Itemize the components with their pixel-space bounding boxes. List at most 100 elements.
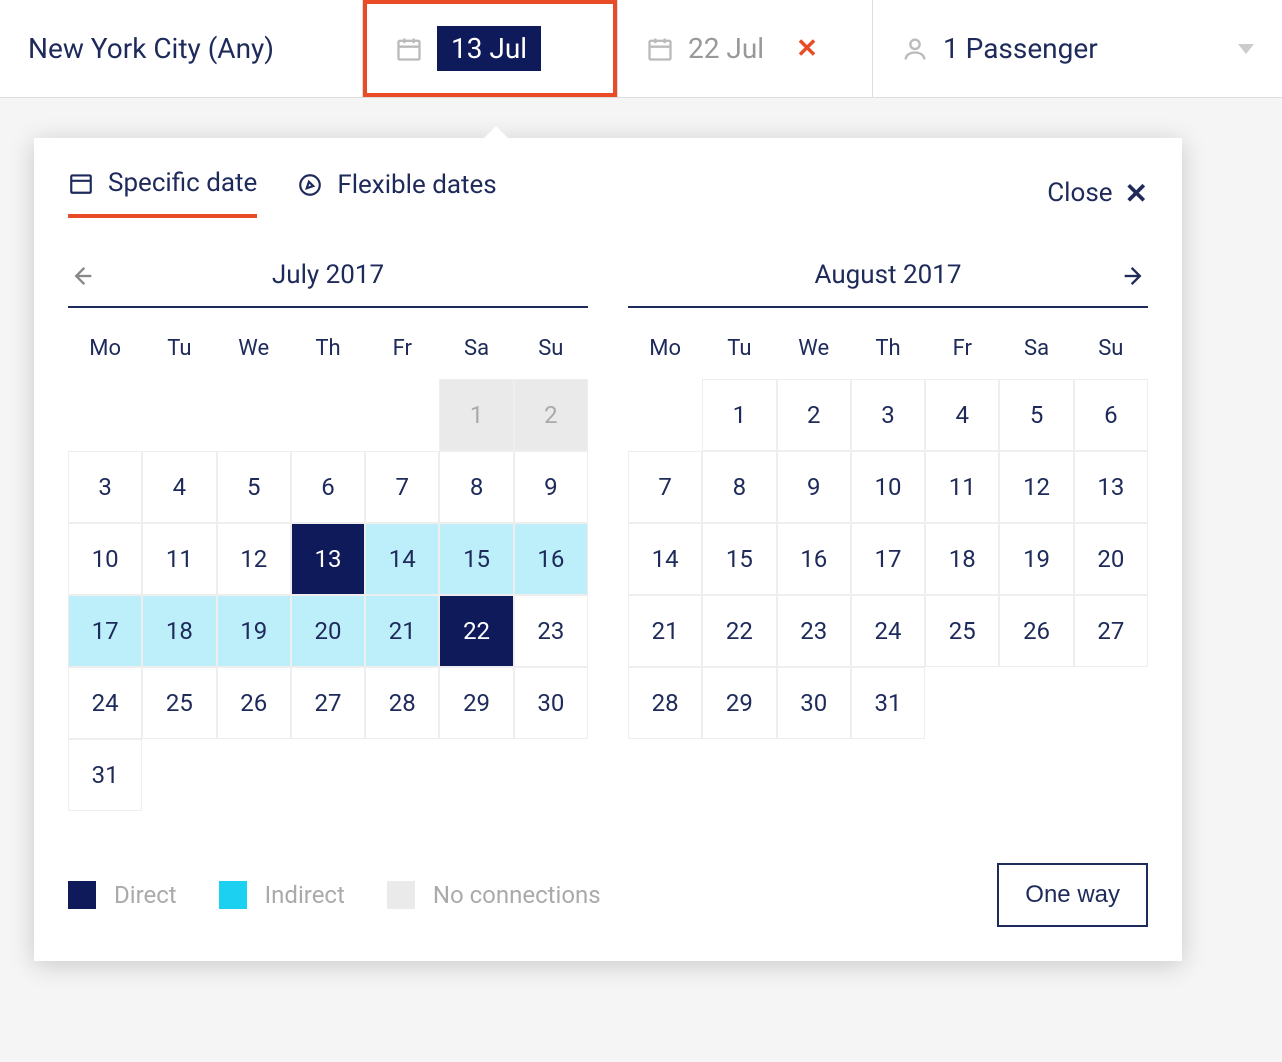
day-of-week-header: Th: [291, 326, 365, 379]
passengers-field[interactable]: 1 Passenger: [873, 0, 1282, 97]
day-cell[interactable]: 31: [851, 667, 925, 739]
day-cell[interactable]: 3: [68, 451, 142, 523]
day-cell[interactable]: 10: [68, 523, 142, 595]
day-cell[interactable]: 20: [1074, 523, 1148, 595]
day-cell[interactable]: 21: [628, 595, 702, 667]
day-cell[interactable]: 23: [777, 595, 851, 667]
compass-icon: [297, 172, 323, 198]
day-cell[interactable]: 30: [514, 667, 588, 739]
day-cell[interactable]: 4: [925, 379, 999, 451]
city-field[interactable]: New York City (Any): [0, 0, 362, 97]
day-cell[interactable]: 13: [291, 523, 365, 595]
day-cell[interactable]: 21: [365, 595, 439, 667]
day-cell[interactable]: 12: [217, 523, 291, 595]
day-cell[interactable]: 9: [514, 451, 588, 523]
day-cell[interactable]: 6: [1074, 379, 1148, 451]
day-cell[interactable]: 11: [142, 523, 216, 595]
tab-flexible-dates[interactable]: Flexible dates: [297, 170, 496, 216]
day-cell[interactable]: 10: [851, 451, 925, 523]
clear-return-icon[interactable]: ✕: [796, 34, 818, 64]
day-cell[interactable]: 18: [142, 595, 216, 667]
day-of-week-header: Mo: [68, 326, 142, 379]
day-cell[interactable]: 29: [702, 667, 776, 739]
day-cell[interactable]: 26: [217, 667, 291, 739]
legend: Direct Indirect No connections One way: [68, 863, 1148, 927]
day-cell[interactable]: 19: [217, 595, 291, 667]
day-cell[interactable]: 24: [851, 595, 925, 667]
day-cell[interactable]: 20: [291, 595, 365, 667]
day-empty: [291, 379, 365, 451]
day-cell[interactable]: 24: [68, 667, 142, 739]
day-empty: [1074, 667, 1148, 739]
day-cell[interactable]: 27: [291, 667, 365, 739]
day-cell[interactable]: 28: [365, 667, 439, 739]
close-button[interactable]: Close ✕: [1047, 177, 1148, 210]
day-cell[interactable]: 31: [68, 739, 142, 811]
day-cell[interactable]: 3: [851, 379, 925, 451]
city-value: New York City (Any): [28, 32, 274, 65]
day-cell[interactable]: 16: [514, 523, 588, 595]
day-empty: [514, 739, 588, 811]
day-empty: [365, 379, 439, 451]
month-title: August 2017: [815, 260, 962, 290]
date-mode-tabs: Specific date Flexible dates Close ✕: [68, 168, 1148, 218]
day-empty: [217, 379, 291, 451]
day-cell[interactable]: 18: [925, 523, 999, 595]
day-of-week-header: We: [777, 326, 851, 379]
day-cell[interactable]: 2: [777, 379, 851, 451]
depart-date-value: 13 Jul: [437, 26, 541, 71]
return-date-field[interactable]: 22 Jul ✕: [618, 0, 872, 97]
day-empty: [217, 739, 291, 811]
day-cell[interactable]: 5: [999, 379, 1073, 451]
day-cell[interactable]: 8: [702, 451, 776, 523]
day-cell[interactable]: 12: [999, 451, 1073, 523]
day-cell[interactable]: 14: [365, 523, 439, 595]
calendar-icon: [646, 35, 674, 63]
next-month-button[interactable]: [1120, 262, 1148, 290]
tab-specific-date[interactable]: Specific date: [68, 168, 257, 218]
day-cell[interactable]: 17: [68, 595, 142, 667]
day-cell[interactable]: 25: [925, 595, 999, 667]
day-of-week-header: Th: [851, 326, 925, 379]
day-cell[interactable]: 27: [1074, 595, 1148, 667]
day-cell[interactable]: 30: [777, 667, 851, 739]
day-cell[interactable]: 7: [365, 451, 439, 523]
day-cell[interactable]: 14: [628, 523, 702, 595]
day-empty: [68, 379, 142, 451]
day-cell[interactable]: 13: [1074, 451, 1148, 523]
day-cell[interactable]: 19: [999, 523, 1073, 595]
day-cell[interactable]: 22: [439, 595, 513, 667]
months-container: July 2017 MoTuWeThFrSaSu1234567891011121…: [68, 260, 1148, 811]
day-cell[interactable]: 11: [925, 451, 999, 523]
day-cell[interactable]: 17: [851, 523, 925, 595]
day-cell[interactable]: 4: [142, 451, 216, 523]
one-way-button[interactable]: One way: [997, 863, 1148, 927]
tab-label: Flexible dates: [337, 170, 496, 200]
day-cell[interactable]: 16: [777, 523, 851, 595]
day-cell[interactable]: 15: [439, 523, 513, 595]
return-date-value: 22 Jul: [688, 32, 764, 65]
day-cell[interactable]: 22: [702, 595, 776, 667]
depart-date-field[interactable]: 13 Jul: [363, 0, 617, 97]
day-of-week-header: Fr: [365, 326, 439, 379]
day-empty: [439, 739, 513, 811]
day-cell[interactable]: 15: [702, 523, 776, 595]
legend-label-direct: Direct: [114, 881, 177, 909]
day-empty: [365, 739, 439, 811]
day-cell[interactable]: 26: [999, 595, 1073, 667]
day-empty: [142, 739, 216, 811]
day-cell[interactable]: 9: [777, 451, 851, 523]
day-cell[interactable]: 6: [291, 451, 365, 523]
day-cell[interactable]: 7: [628, 451, 702, 523]
day-cell[interactable]: 8: [439, 451, 513, 523]
day-cell[interactable]: 23: [514, 595, 588, 667]
day-of-week-header: Tu: [142, 326, 216, 379]
prev-month-button[interactable]: [68, 262, 96, 290]
day-cell[interactable]: 25: [142, 667, 216, 739]
day-cell[interactable]: 29: [439, 667, 513, 739]
day-cell[interactable]: 1: [702, 379, 776, 451]
day-cell[interactable]: 28: [628, 667, 702, 739]
day-cell[interactable]: 5: [217, 451, 291, 523]
chevron-down-icon: [1238, 44, 1254, 54]
tab-label: Specific date: [108, 168, 257, 198]
